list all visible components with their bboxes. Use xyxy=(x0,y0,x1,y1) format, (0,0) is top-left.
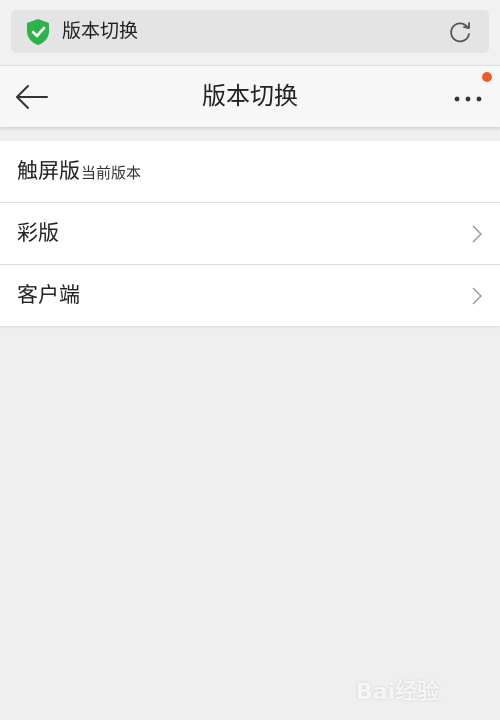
watermark-text: Bai经验 xyxy=(356,680,440,705)
page-title: 版本切换 xyxy=(202,82,298,110)
more-dots-icon[interactable] xyxy=(452,84,486,110)
browser-toolbar: 版本切换 xyxy=(0,0,500,64)
notification-dot xyxy=(482,72,492,82)
chevron-right-icon xyxy=(472,225,482,243)
version-item-client[interactable]: 客户端 xyxy=(0,265,500,326)
page-header: 版本切换 xyxy=(0,65,500,127)
watermark: Bai经验 xyxy=(356,668,476,708)
reload-icon[interactable] xyxy=(447,19,473,45)
version-label: 彩版 xyxy=(17,221,59,245)
version-item-touch[interactable]: 触屏版当前版本 xyxy=(0,141,500,203)
version-item-color[interactable]: 彩版 xyxy=(0,203,500,265)
address-title: 版本切换 xyxy=(62,20,139,42)
version-label: 客户端 xyxy=(17,283,80,307)
address-bar[interactable]: 版本切换 xyxy=(11,10,489,53)
version-label: 触屏版 xyxy=(17,159,80,183)
chevron-right-icon xyxy=(472,287,482,305)
current-version-tag: 当前版本 xyxy=(81,164,142,182)
version-list: 触屏版当前版本 彩版 客户端 xyxy=(0,141,500,326)
shield-check-icon xyxy=(27,19,49,45)
